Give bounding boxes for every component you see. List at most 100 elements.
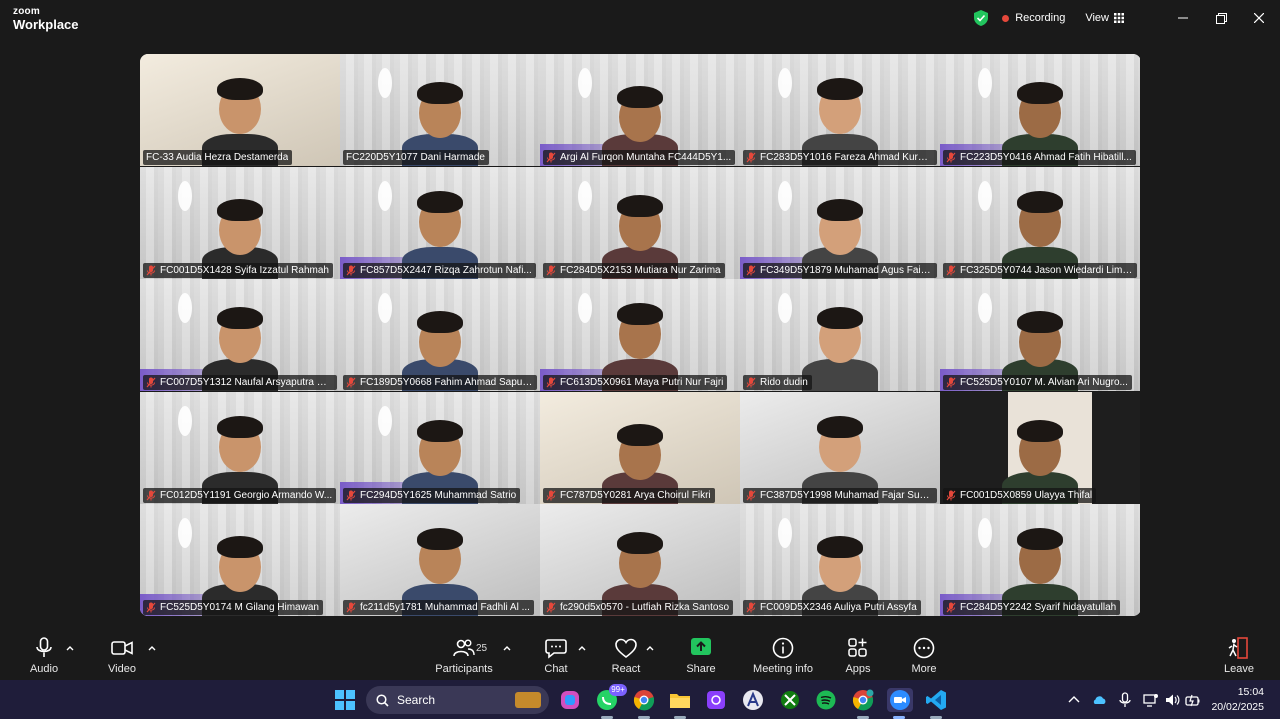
participant-tile[interactable]: FC284D5Y2242 Syarif hidayatullah [940,504,1140,616]
muted-mic-icon [346,265,356,275]
edge-app[interactable] [741,688,765,712]
apps-icon [848,638,867,657]
participant-tile[interactable]: FC220D5Y1077 Dani Harmade [340,54,540,166]
system-clock[interactable]: 15:04 20/02/2025 [1211,685,1264,715]
participants-button[interactable]: Participants [435,630,493,680]
participants-options-chevron-icon[interactable] [502,644,512,652]
participant-name-label: FC283D5Y1016 Fareza Ahmad Kurni... [743,150,937,165]
participant-tile[interactable]: FC787D5Y0281 Arya Choirul Fikri [540,391,740,504]
view-button[interactable]: View [1085,12,1109,24]
participant-tile[interactable]: fc290d5x0570 - Lutfiah Rizka Santoso [540,504,740,616]
participant-tile[interactable]: FC294D5Y1625 Muhammad Satrio [340,391,540,504]
vscode-app[interactable] [924,688,948,719]
network-icon[interactable] [1143,692,1159,708]
muted-mic-icon [346,377,356,388]
show-hidden-icons-chevron-icon[interactable] [1066,692,1082,708]
whatsapp-app[interactable]: 99+ [595,684,627,719]
participant-tile[interactable]: FC-33 Audia Hezra Destamerda [140,54,340,166]
meeting-info-button[interactable]: Meeting info [752,630,814,680]
chat-button[interactable]: Chat [542,630,570,680]
brand-workplace: Workplace [13,17,79,32]
muted-mic-icon [946,152,956,163]
recording-label[interactable]: Recording [1015,12,1065,24]
restore-button[interactable] [1202,0,1240,36]
xbox-icon [781,691,799,709]
participant-tile[interactable]: FC189D5Y0668 Fahim Ahmad Saputra [340,279,540,391]
participant-tile[interactable]: FC325D5Y0744 Jason Wiedardi Limt... [940,166,1140,279]
audio-button[interactable]: Audio [30,630,58,680]
participant-name-label: fc211d5y1781 Muhammad Fadhli Al ... [343,600,534,615]
participant-tile[interactable]: FC525D5Y0174 M Gilang Himawan [140,504,340,616]
participant-tile[interactable]: FC613D5X0961 Maya Putri Nur Fajri [540,279,740,391]
participant-tile[interactable]: FC349D5Y1879 Muhamad Agus Faisal [740,166,940,279]
a-app-icon [743,690,763,710]
participant-name-label: FC007D5Y1312 Naufal Arsyaputra Pr... [143,375,337,390]
title-bar: zoom Workplace Recording View [0,0,1280,38]
onedrive-icon[interactable] [1091,692,1107,708]
close-window-button[interactable] [1240,0,1278,36]
video-options-chevron-icon[interactable] [147,644,157,652]
participant-name: FC283D5Y1016 Fareza Ahmad Kurni... [760,152,933,163]
participant-name-label: FC220D5Y1077 Dani Harmade [343,150,489,165]
start-button[interactable] [333,688,357,712]
apps-button[interactable]: Apps [844,630,872,680]
participant-tile[interactable]: FC387D5Y1998 Muhamad Fajar Supr... [740,391,940,504]
participant-tile[interactable]: FC012D5Y1191 Georgio Armando W... [140,391,340,504]
muted-mic-icon [546,490,556,500]
battery-icon[interactable] [1185,692,1201,708]
participant-name: Argi Al Furqon Muntaha FC444D5Y1... [560,152,732,163]
muted-mic-icon [346,490,356,500]
xbox-app[interactable] [778,688,802,712]
participant-tile[interactable]: Argi Al Furqon Muntaha FC444D5Y1... [540,54,740,166]
gallery-grid-icon[interactable] [1114,13,1124,23]
microphone-in-use-icon[interactable] [1117,692,1133,708]
participant-tile[interactable]: FC284D5X2153 Mutiara Nur Zarima [540,166,740,279]
participant-tile[interactable]: FC001D5X0859 Ulayya Thifal [940,391,1140,504]
participant-tile[interactable]: Rido dudin [740,279,940,391]
muted-mic-icon [746,265,756,275]
heart-icon [615,638,637,659]
participant-tile[interactable]: FC525D5Y0107 M. Alvian Ari Nugro... [940,279,1140,391]
video-camera-icon [111,641,133,655]
react-options-chevron-icon[interactable] [645,644,655,652]
participant-name-label: FC325D5Y0744 Jason Wiedardi Limt... [943,262,1137,278]
copilot-app[interactable] [558,688,582,712]
participant-name-label: FC525D5Y0107 M. Alvian Ari Nugro... [943,375,1132,390]
muted-mic-icon [946,265,956,275]
participant-name-label: FC223D5Y0416 Ahmad Fatih Hibatill... [943,150,1136,165]
participant-tile[interactable]: FC223D5Y0416 Ahmad Fatih Hibatill... [940,54,1140,166]
participant-name-label: Argi Al Furqon Muntaha FC444D5Y1... [543,150,736,165]
participant-tile[interactable]: FC001D5X1428 Syifa Izzatul Rahmah [140,166,340,279]
participant-name: FC857D5X2447 Rizqa Zahrotun Nafi... [360,264,532,276]
share-button[interactable]: Share [686,630,716,680]
participant-name-label: FC284D5Y2242 Syarif hidayatullah [943,600,1121,615]
muted-mic-icon [546,152,556,163]
zoom-app[interactable] [887,688,913,719]
participant-name: FC001D5X1428 Syifa Izzatul Rahmah [160,264,329,276]
photos-app[interactable] [704,688,728,712]
video-button[interactable]: Video [107,630,137,680]
more-button[interactable]: More [910,630,938,680]
leave-button[interactable]: Leave [1224,630,1254,680]
participant-tile[interactable]: FC007D5Y1312 Naufal Arsyaputra Pr... [140,279,340,391]
muted-mic-icon [946,490,956,500]
participant-tile[interactable]: FC857D5X2447 Rizqa Zahrotun Nafi... [340,166,540,279]
participant-tile[interactable]: FC283D5Y1016 Fareza Ahmad Kurni... [740,54,940,166]
spotify-app[interactable] [814,688,838,712]
react-button[interactable]: React [611,630,641,680]
speaker-volume-icon[interactable] [1164,692,1180,708]
minimize-button[interactable] [1164,0,1202,36]
chat-options-chevron-icon[interactable] [577,644,587,652]
file-explorer-app[interactable] [668,688,692,719]
audio-options-chevron-icon[interactable] [65,644,75,652]
participant-name: FC-33 Audia Hezra Destamerda [146,152,289,163]
encryption-shield-icon[interactable] [974,10,989,26]
participant-tile[interactable]: fc211d5y1781 Muhammad Fadhli Al ... [340,504,540,616]
participant-name-label: FC001D5X1428 Syifa Izzatul Rahmah [143,262,333,278]
chrome-profile-app[interactable] [851,688,875,719]
chrome-app[interactable] [632,688,656,719]
windows-taskbar: Search 99+ 15:04 20/02/2025 [0,680,1280,719]
participant-tile[interactable]: FC009D5X2346 Auliya Putri Assyfa [740,504,940,616]
folder-icon [670,694,690,708]
taskbar-search[interactable]: Search [366,686,549,714]
